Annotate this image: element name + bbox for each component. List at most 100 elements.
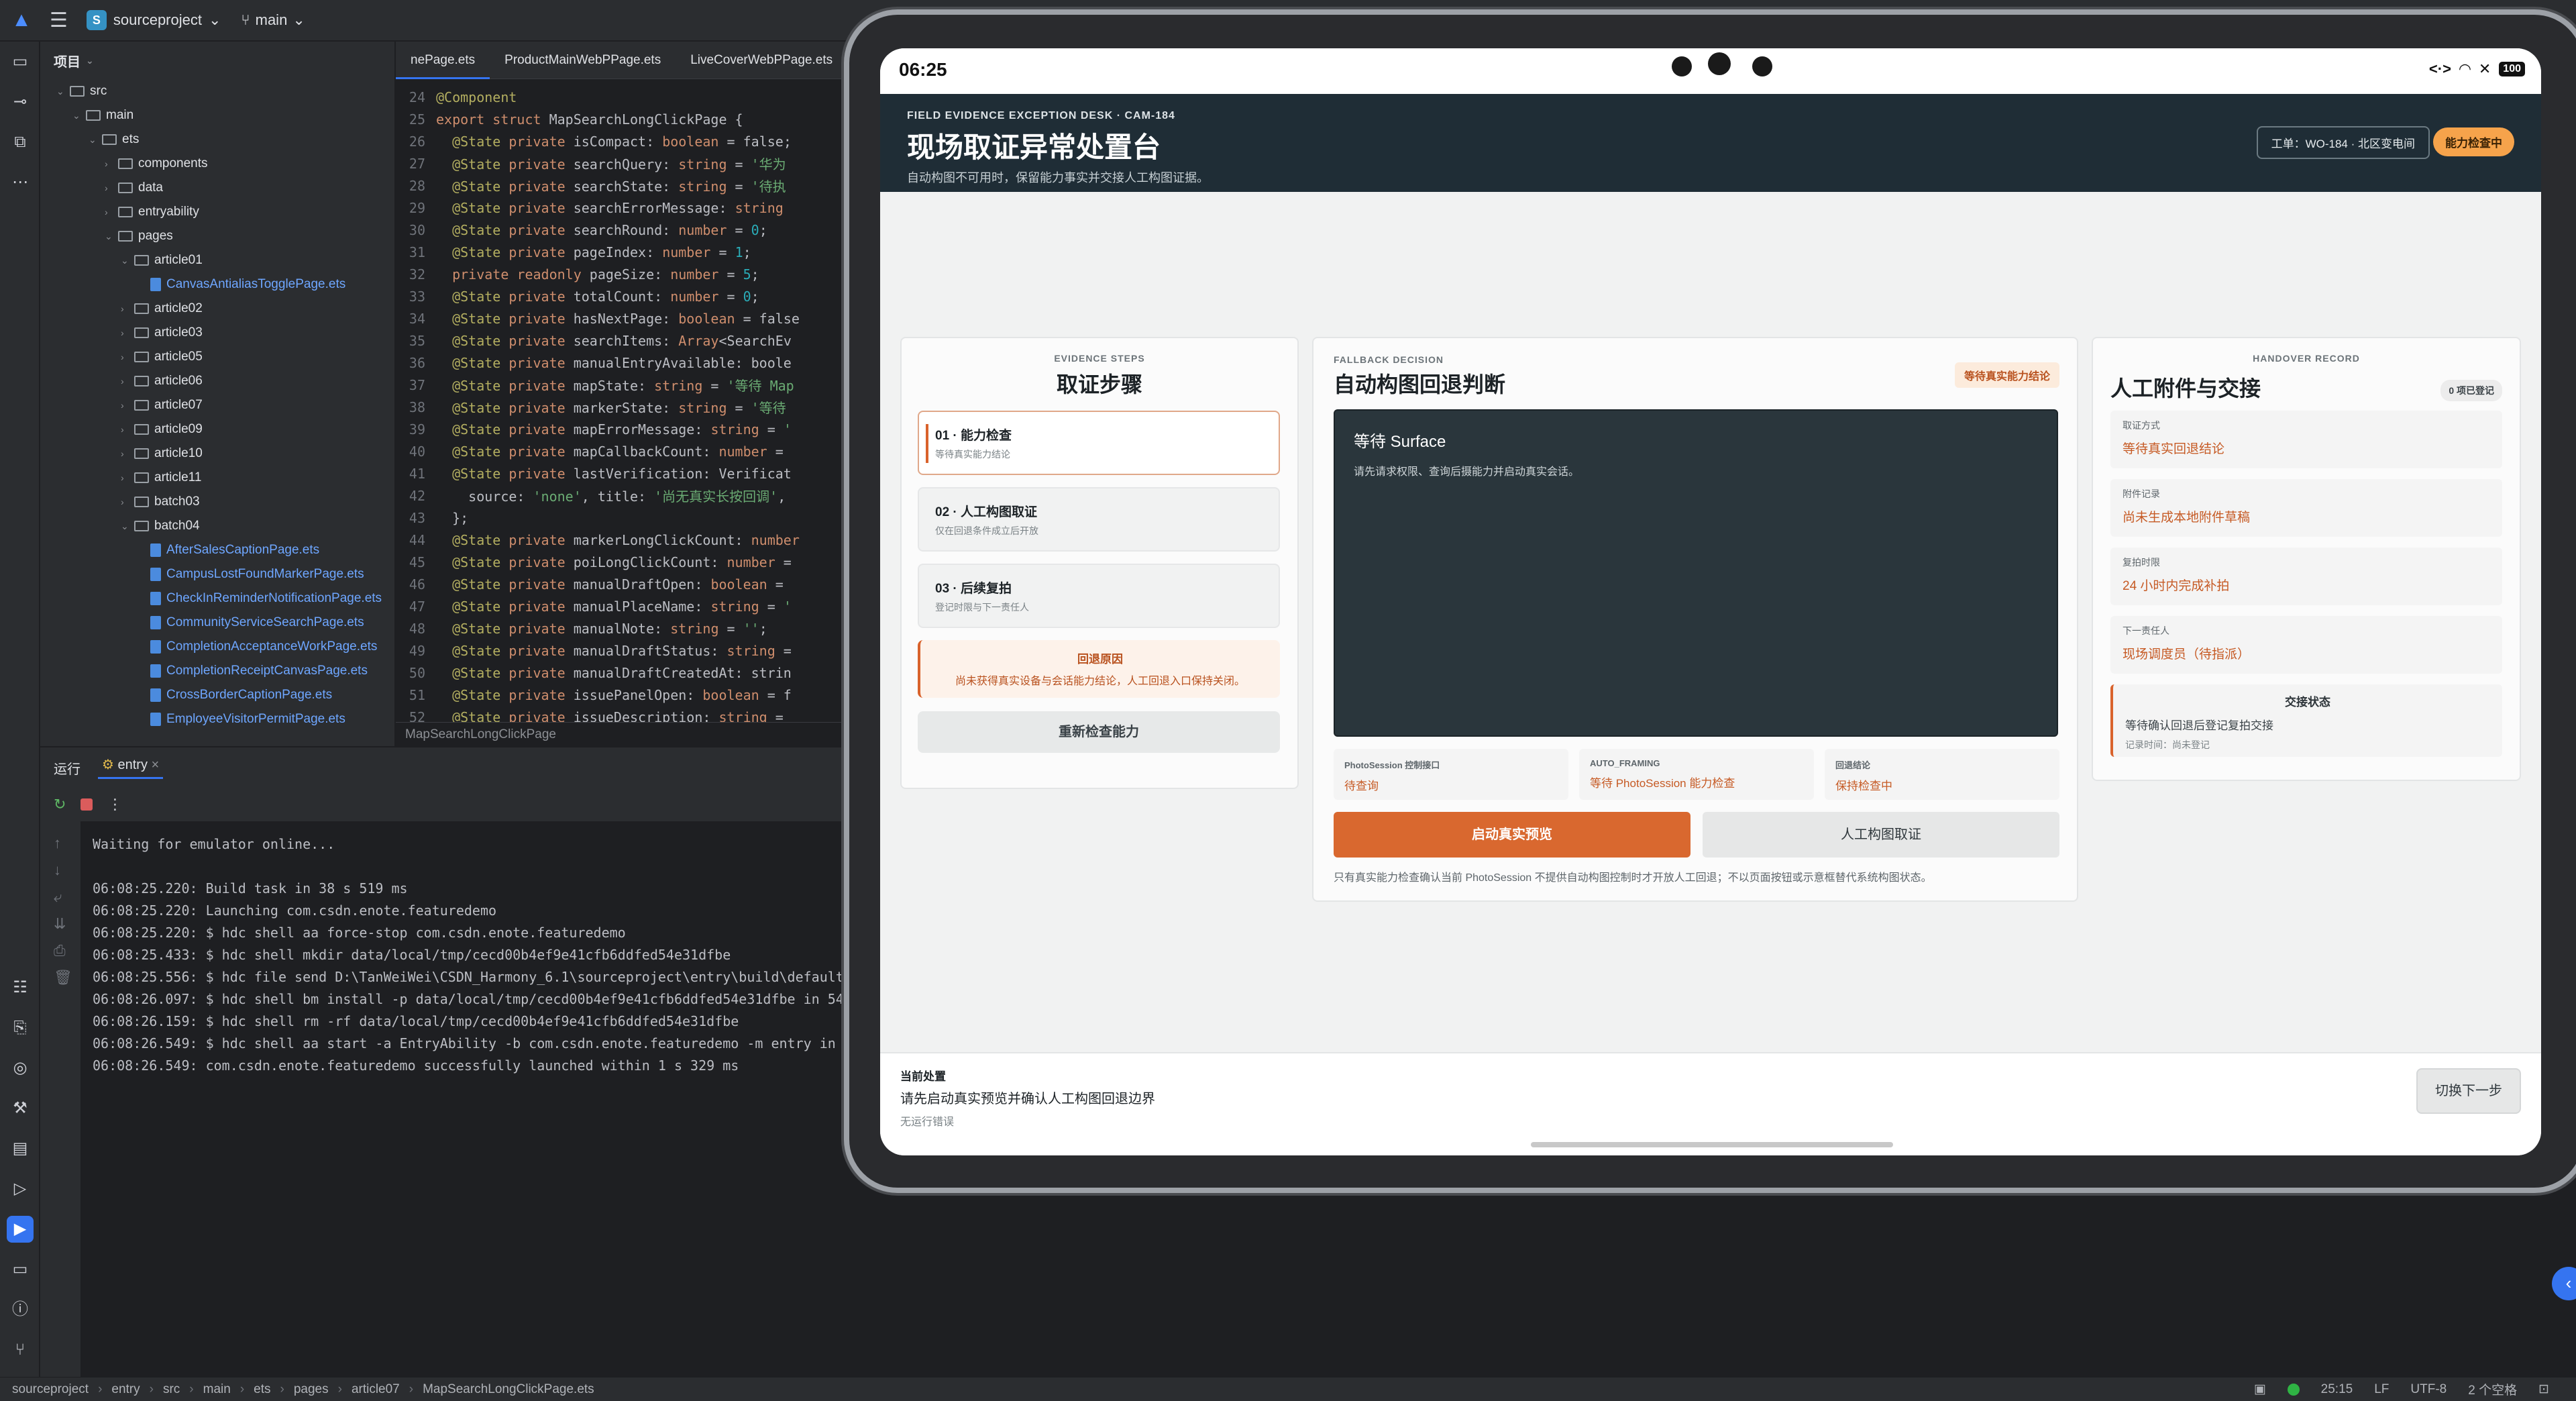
close-icon[interactable]: × xyxy=(152,758,160,772)
breadcrumb-item[interactable]: main xyxy=(203,1382,231,1397)
breadcrumb-item[interactable]: article07 xyxy=(352,1382,400,1397)
code-line[interactable]: 24 @Component xyxy=(396,86,517,108)
run-config-tab[interactable]: ⚙ entry × xyxy=(98,756,164,779)
log-icon[interactable]: ▤ xyxy=(7,1135,34,1162)
chevron-right-icon[interactable]: › xyxy=(121,400,134,411)
tree-folder-item[interactable]: ⌄ batch04 xyxy=(121,514,200,538)
tree-folder-item[interactable]: ⌄ src xyxy=(56,79,107,103)
tree-file-item[interactable]: CompletionReceiptCanvasPage.ets xyxy=(137,659,368,683)
collapse-arrow-icon[interactable]: ‹ xyxy=(2552,1267,2576,1300)
code-line[interactable]: 33 @State private totalCount: number = 0… xyxy=(396,285,759,307)
tree-folder-item[interactable]: › article11 xyxy=(121,466,201,490)
rerun-icon[interactable]: ↻ xyxy=(54,796,66,813)
home-indicator[interactable] xyxy=(1531,1142,1893,1147)
chevron-down-icon[interactable]: ⌄ xyxy=(121,521,134,532)
code-line[interactable]: 51 @State private issuePanelOpen: boolea… xyxy=(396,684,792,706)
layers-icon[interactable]: ☷ xyxy=(7,974,34,1001)
breadcrumb-item[interactable]: entry xyxy=(111,1382,140,1397)
trash-icon[interactable]: 🗑 xyxy=(54,969,72,986)
run-icon[interactable]: ▶ xyxy=(7,1216,34,1243)
step-item-capability-check[interactable]: 01 · 能力检查 等待真实能力结论 xyxy=(918,411,1280,475)
code-line[interactable]: 41 @State private lastVerification: Veri… xyxy=(396,462,792,484)
tree-file-item[interactable]: CrossBorderCaptionPage.ets xyxy=(137,683,332,707)
print-icon[interactable]: ⎙ xyxy=(54,942,66,959)
tree-folder-item[interactable]: › components xyxy=(105,152,208,176)
services-icon[interactable]: ▷ xyxy=(7,1176,34,1202)
code-line[interactable]: 46 @State private manualDraftOpen: boole… xyxy=(396,573,784,595)
code-line[interactable]: 32 private readonly pageSize: number = 5… xyxy=(396,263,759,285)
tree-folder-item[interactable]: › article05 xyxy=(121,345,203,369)
tree-folder-item[interactable]: › article02 xyxy=(121,297,203,321)
tree-folder-item[interactable]: › article10 xyxy=(121,442,203,466)
code-line[interactable]: 39 @State private mapErrorMessage: strin… xyxy=(396,418,792,440)
soft-wrap-icon[interactable]: ⤶ xyxy=(54,888,62,906)
chevron-right-icon[interactable]: › xyxy=(121,376,134,386)
tree-file-item[interactable]: CompletionAcceptanceWorkPage.ets xyxy=(137,635,377,659)
code-line[interactable]: 36 @State private manualEntryAvailable: … xyxy=(396,352,792,374)
tree-file-item[interactable]: CommunityServiceSearchPage.ets xyxy=(137,611,364,635)
chevron-right-icon[interactable]: › xyxy=(121,352,134,362)
chevron-right-icon[interactable]: › xyxy=(121,497,134,507)
chevron-right-icon[interactable]: › xyxy=(121,424,134,435)
code-line[interactable]: 37 @State private mapState: string = '等待… xyxy=(396,374,794,396)
breadcrumb-item[interactable]: sourceproject xyxy=(12,1382,89,1397)
chevron-right-icon[interactable]: › xyxy=(121,327,134,338)
code-line[interactable]: 27 @State private searchQuery: string = … xyxy=(396,152,786,174)
code-line[interactable]: 29 @State private searchErrorMessage: st… xyxy=(396,197,784,219)
main-menu-icon[interactable]: ☰ xyxy=(50,9,68,32)
breadcrumb-item[interactable]: pages xyxy=(294,1382,329,1397)
breadcrumb-item[interactable]: src xyxy=(163,1382,180,1397)
chevron-right-icon[interactable]: › xyxy=(105,183,118,193)
run-tab[interactable]: 运行 xyxy=(54,758,80,778)
structure-icon[interactable]: ⧉ xyxy=(7,129,34,156)
tree-folder-item[interactable]: ⌄ main xyxy=(72,103,133,127)
chevron-right-icon[interactable]: › xyxy=(121,448,134,459)
tree-file-item[interactable]: EmployeeVisitorPermitPage.ets xyxy=(137,707,345,731)
code-line[interactable]: 28 @State private searchState: string = … xyxy=(396,174,786,197)
chevron-down-icon[interactable]: ⌄ xyxy=(105,231,118,242)
tree-folder-item[interactable]: › entryability xyxy=(105,200,199,224)
code-line[interactable]: 31 @State private pageIndex: number = 1; xyxy=(396,241,751,263)
profiler-icon[interactable]: ◎ xyxy=(7,1055,34,1082)
tree-folder-item[interactable]: › article09 xyxy=(121,417,203,442)
tree-folder-item[interactable]: ⌄ ets xyxy=(89,127,139,152)
branch-selector[interactable]: ⑂ main ⌄ xyxy=(241,11,305,29)
code-line[interactable]: 25 export struct MapSearchLongClickPage { xyxy=(396,108,743,130)
chevron-down-icon[interactable]: ⌄ xyxy=(72,110,86,121)
code-line[interactable]: 50 @State private manualDraftCreatedAt: … xyxy=(396,662,792,684)
chevron-down-icon[interactable]: ⌄ xyxy=(121,255,134,266)
tree-file-item[interactable]: CampusLostFoundMarkerPage.ets xyxy=(137,562,364,586)
tree-folder-item[interactable]: ⌄ pages xyxy=(105,224,173,248)
code-line[interactable]: 35 @State private searchItems: Array<Sea… xyxy=(396,329,792,352)
tree-folder-item[interactable]: › article06 xyxy=(121,369,203,393)
tree-file-item[interactable]: CanvasAntialiasTogglePage.ets xyxy=(137,272,345,297)
code-line[interactable]: 38 @State private markerState: string = … xyxy=(396,396,786,418)
code-line[interactable]: 45 @State private poiLongClickCount: num… xyxy=(396,551,792,573)
chevron-right-icon[interactable]: › xyxy=(105,207,118,217)
code-line[interactable]: 26 @State private isCompact: boolean = f… xyxy=(396,130,792,152)
stop-icon[interactable] xyxy=(80,798,93,811)
problems-icon[interactable]: ⓘ xyxy=(7,1296,34,1323)
chevron-down-icon[interactable]: ⌄ xyxy=(89,134,102,146)
cursor-position[interactable]: 25:15 xyxy=(2321,1382,2353,1397)
build-icon[interactable]: ⎘ xyxy=(7,1015,34,1041)
code-line[interactable]: 40 @State private mapCallbackCount: numb… xyxy=(396,440,784,462)
line-separator[interactable]: LF xyxy=(2374,1382,2389,1397)
editor-tab[interactable]: nePage.ets xyxy=(396,42,490,79)
tree-folder-item[interactable]: › article07 xyxy=(121,393,203,417)
tree-folder-item[interactable]: ⌄ article01 xyxy=(121,248,203,272)
recheck-capability-button[interactable]: 重新检查能力 xyxy=(918,711,1280,753)
editor-tab[interactable]: ProductMainWebPPage.ets xyxy=(490,42,676,79)
tree-file-item[interactable]: CheckInReminderNotificationPage.ets xyxy=(137,586,382,611)
chevron-right-icon[interactable]: › xyxy=(121,303,134,314)
code-line[interactable]: 48 @State private manualNote: string = '… xyxy=(396,617,767,639)
lock-icon[interactable]: ⊡ xyxy=(2538,1382,2549,1397)
code-line[interactable]: 49 @State private manualDraftStatus: str… xyxy=(396,639,792,662)
chevron-right-icon[interactable]: › xyxy=(105,158,118,169)
scroll-end-icon[interactable]: ⇊ xyxy=(54,915,66,933)
start-preview-button[interactable]: 启动真实预览 xyxy=(1334,812,1690,858)
indent-setting[interactable]: 2 个空格 xyxy=(2468,1380,2517,1398)
more-icon[interactable]: ⋯ xyxy=(7,169,34,196)
manual-framing-button[interactable]: 人工构图取证 xyxy=(1703,812,2059,858)
hammer-icon[interactable]: ⚒ xyxy=(7,1095,34,1122)
